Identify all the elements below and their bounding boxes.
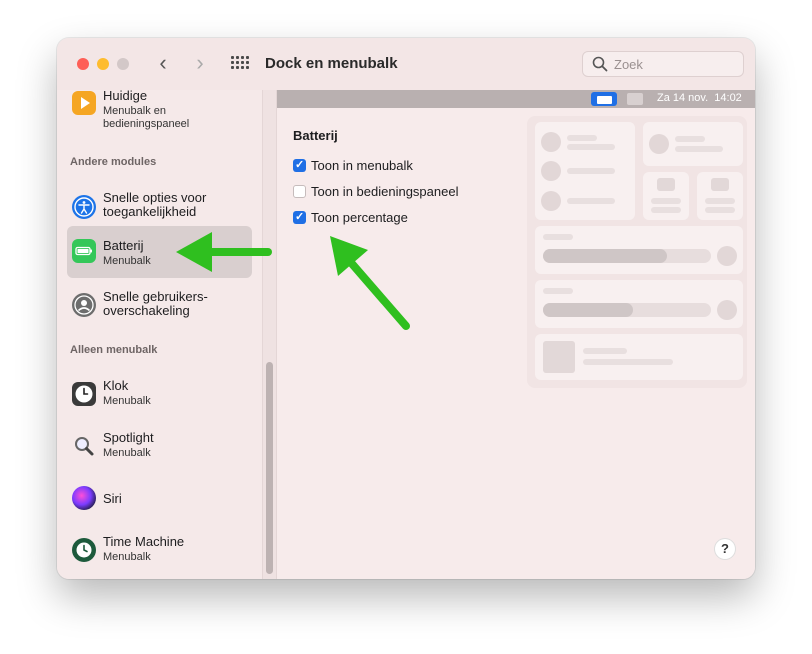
preview-card xyxy=(643,172,689,220)
accessibility-icon xyxy=(72,195,96,219)
preview-card xyxy=(535,334,743,380)
system-preferences-window: ‹ › Dock en menubalk Zoek Huidige Menuba… xyxy=(57,38,755,579)
detail-pane: Za 14 nov. 14:02 Batterij ✓ Toon in menu… xyxy=(277,90,755,579)
sidebar-scrollbar[interactable] xyxy=(262,90,277,579)
sidebar-item-label: Siri xyxy=(103,491,122,506)
spotlight-icon xyxy=(72,434,96,458)
option-label: Toon in menubalk xyxy=(311,158,413,173)
sidebar-item-time-machine[interactable]: Time Machine Menubalk xyxy=(67,525,252,577)
checkbox[interactable]: ✓ xyxy=(293,159,306,172)
sidebar-item-batterij[interactable]: Batterij Menubalk xyxy=(67,226,252,278)
sidebar-item-label: Huidige xyxy=(103,88,148,103)
control-center-preview xyxy=(527,116,747,388)
preview-card xyxy=(697,172,743,220)
sidebar-item-fast-user-switching[interactable]: Snelle gebruikers- overschakeling xyxy=(67,280,252,332)
play-icon xyxy=(72,91,96,115)
preview-card xyxy=(535,122,635,220)
preview-card xyxy=(535,280,743,328)
preview-card xyxy=(643,122,743,166)
close-button[interactable] xyxy=(77,58,89,70)
scrollbar-thumb[interactable] xyxy=(266,362,273,574)
checkbox[interactable]: ✓ xyxy=(293,211,306,224)
forward-button[interactable]: › xyxy=(190,52,210,76)
search-placeholder: Zoek xyxy=(614,57,643,72)
control-center-icon xyxy=(627,93,643,105)
option-label: Toon percentage xyxy=(311,210,408,225)
menubar-battery-icon xyxy=(591,92,617,106)
checkbox[interactable] xyxy=(293,185,306,198)
sidebar-item-siri[interactable]: Siri xyxy=(67,473,252,525)
sidebar-item-sub: Menubalk xyxy=(103,255,151,267)
help-button[interactable]: ? xyxy=(715,539,735,559)
sidebar-item-klok[interactable]: Klok Menubalk xyxy=(67,369,252,421)
minimize-button[interactable] xyxy=(97,58,109,70)
zoom-button[interactable] xyxy=(117,58,129,70)
menubar-clock: Za 14 nov. 14:02 xyxy=(657,92,742,104)
section-header-other: Andere modules xyxy=(70,156,157,168)
time-machine-icon xyxy=(72,538,96,562)
titlebar: ‹ › Dock en menubalk Zoek xyxy=(57,38,755,91)
show-all-grid-icon[interactable] xyxy=(231,56,249,70)
sidebar-item-label: Klok xyxy=(103,378,129,393)
sidebar-item-label: Time Machine xyxy=(103,534,185,549)
search-field[interactable]: Zoek xyxy=(582,51,744,77)
sidebar-item-huidige[interactable]: Huidige Menubalk en bedieningspaneel xyxy=(67,86,252,138)
window-title: Dock en menubalk xyxy=(265,55,398,72)
section-header-menubar: Alleen menubalk xyxy=(70,344,158,356)
battery-icon xyxy=(72,239,96,263)
sidebar-item-label: Batterij xyxy=(103,238,144,253)
menubar-preview: Za 14 nov. 14:02 xyxy=(277,90,755,108)
section-heading: Batterij xyxy=(293,128,338,143)
option-label: Toon in bedieningspaneel xyxy=(311,184,459,199)
sidebar-item-spotlight[interactable]: Spotlight Menubalk xyxy=(67,421,252,473)
sidebar-item-label: Spotlight xyxy=(103,430,154,445)
search-icon xyxy=(592,56,608,72)
sidebar-item-sub: Menubalk xyxy=(103,551,151,563)
sidebar-item-label: Snelle gebruikers- overschakeling xyxy=(103,289,208,318)
sidebar-item-sub: Menubalk xyxy=(103,447,151,459)
back-button[interactable]: ‹ xyxy=(153,52,173,76)
sidebar-item-sub: Menubalk en bedieningspaneel xyxy=(103,105,190,130)
sidebar-item-label: Snelle opties voor toegankelijkheid xyxy=(103,190,207,219)
sidebar: Huidige Menubalk en bedieningspaneel And… xyxy=(57,89,262,579)
preview-card xyxy=(535,226,743,274)
user-switch-icon xyxy=(72,293,96,317)
siri-icon xyxy=(72,486,96,510)
sidebar-item-sub: Menubalk xyxy=(103,395,151,407)
clock-icon xyxy=(72,382,96,406)
